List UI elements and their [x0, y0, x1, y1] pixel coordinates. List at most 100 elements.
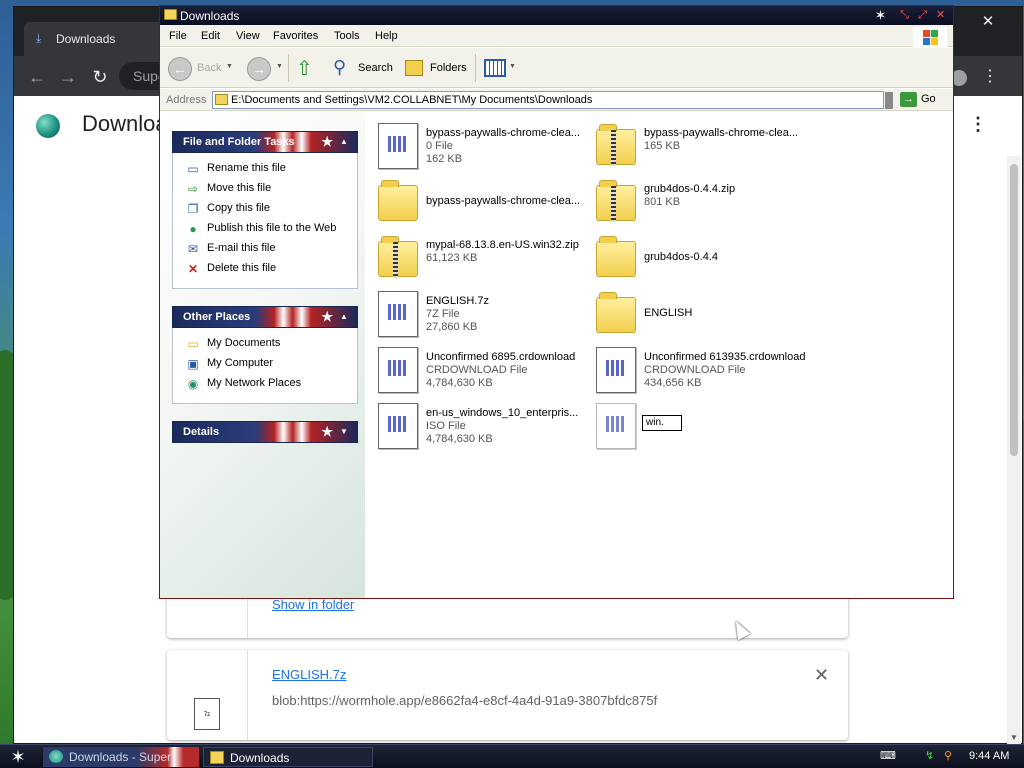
document-icon: [378, 403, 418, 449]
folder-icon: [164, 9, 177, 20]
chrome-icon: [49, 750, 63, 763]
file-item[interactable]: bypass-paywalls-chrome-clea... 165 KB: [592, 119, 807, 171]
search-tray-icon[interactable]: ⚲: [944, 749, 952, 762]
menu-favorites[interactable]: Favorites: [273, 30, 318, 42]
toolbar-divider: [475, 54, 476, 82]
document-icon: [378, 347, 418, 393]
chrome-tab-title: Downloads: [56, 32, 116, 46]
chevron-down-icon[interactable]: ▼: [226, 63, 233, 70]
search-icon[interactable]: ⚲: [333, 57, 346, 78]
folders-button[interactable]: Folders: [430, 62, 467, 74]
collapse-icon[interactable]: ▲: [337, 310, 351, 324]
place-my-documents[interactable]: ▭ My Documents: [183, 337, 280, 353]
chevron-down-icon[interactable]: ▼: [276, 63, 283, 70]
file-tasks-header[interactable]: File and Folder Tasks ★ ▲: [172, 131, 358, 153]
task-delete[interactable]: ✕ Delete this file: [183, 262, 276, 278]
remove-download-icon[interactable]: ✕: [814, 665, 829, 686]
go-button[interactable]: → Go: [900, 92, 936, 107]
maximize-icon[interactable]: ⤢: [914, 7, 931, 23]
keyboard-icon[interactable]: ⌨: [880, 749, 896, 762]
start-button[interactable]: ✶: [4, 746, 32, 768]
forward-arrow-icon[interactable]: →: [57, 66, 79, 88]
taskbar: ✶ Downloads - Super Downloads ⌨ ↯ ⚲ 9:44…: [0, 744, 1024, 768]
go-arrow-icon: →: [900, 92, 917, 107]
document-icon: [378, 123, 418, 169]
menu-view[interactable]: View: [236, 30, 260, 42]
close-icon[interactable]: ✕: [970, 10, 1006, 34]
taskbar-chrome-button[interactable]: Downloads - Super: [43, 747, 199, 767]
download-file-link[interactable]: ENGLISH.7z: [272, 667, 346, 682]
star-icon: ★: [321, 309, 333, 324]
address-input[interactable]: E:\Documents and Settings\VM2.COLLABNET\…: [212, 91, 884, 109]
up-folder-icon[interactable]: ⇧: [296, 56, 313, 81]
more-options-icon[interactable]: ⋮: [969, 114, 987, 135]
chrome-menu-icon[interactable]: ⋮: [982, 66, 998, 88]
show-in-folder-link[interactable]: Show in folder: [272, 597, 354, 612]
file-item[interactable]: Unconfirmed 613935.crdownload CRDOWNLOAD…: [592, 343, 807, 395]
forward-icon[interactable]: →: [247, 57, 271, 81]
place-my-network[interactable]: ◉ My Network Places: [183, 377, 301, 393]
task-rename[interactable]: ▭ Rename this file: [183, 162, 286, 178]
rename-icon: ▭: [187, 162, 199, 176]
star-icon: ★: [321, 424, 333, 439]
network-tray-icon[interactable]: ↯: [925, 749, 934, 762]
zip-folder-icon: [596, 180, 636, 222]
menu-tools[interactable]: Tools: [334, 30, 360, 42]
scroll-down-icon[interactable]: ▼: [1010, 733, 1018, 742]
file-item[interactable]: bypass-paywalls-chrome-clea...: [374, 175, 589, 227]
address-value: E:\Documents and Settings\VM2.COLLABNET\…: [231, 94, 593, 106]
file-item[interactable]: win.: [592, 399, 807, 451]
download-card: 7z ENGLISH.7z blob:https://wormhole.app/…: [167, 650, 848, 740]
details-header[interactable]: Details ★ ▼: [172, 421, 358, 443]
toolbar-divider: [288, 54, 289, 82]
address-dropdown[interactable]: [885, 92, 893, 109]
file-item[interactable]: grub4dos-0.4.4: [592, 231, 807, 283]
download-icon: ⤓: [36, 31, 42, 45]
folder-icon: [596, 236, 636, 277]
back-arrow-icon[interactable]: ←: [26, 66, 48, 88]
file-item[interactable]: ENGLISH: [592, 287, 807, 339]
menu-bar: File Edit View Favorites Tools Help: [160, 25, 953, 47]
other-places-header[interactable]: Other Places ★ ▲: [172, 306, 358, 328]
task-publish[interactable]: ● Publish this file to the Web: [183, 222, 336, 238]
file-item[interactable]: en-us_windows_10_enterpris... ISO File 4…: [374, 399, 589, 451]
document-icon: [596, 403, 636, 449]
place-my-computer[interactable]: ▣ My Computer: [183, 357, 273, 373]
page-scrollbar[interactable]: ▼: [1007, 156, 1021, 744]
views-icon[interactable]: [484, 59, 506, 77]
back-label[interactable]: Back: [197, 62, 221, 74]
move-icon: ⇨: [187, 182, 199, 196]
task-email[interactable]: ✉ E-mail this file: [183, 242, 276, 258]
collapse-icon[interactable]: ▲: [337, 135, 351, 149]
card-separator: [247, 650, 248, 740]
reload-icon[interactable]: ↻: [89, 66, 111, 88]
close-icon[interactable]: ✕: [932, 7, 949, 23]
file-7z-icon: 7z: [194, 698, 220, 730]
taskbar-explorer-button[interactable]: Downloads: [203, 747, 373, 767]
computer-icon: ▣: [187, 357, 199, 371]
file-item[interactable]: grub4dos-0.4.4.zip 801 KB: [592, 175, 807, 227]
file-item[interactable]: bypass-paywalls-chrome-clea... 0 File 16…: [374, 119, 589, 171]
file-item[interactable]: mypal-68.13.8.en-US.win32.zip 61,123 KB: [374, 231, 589, 283]
rename-input[interactable]: win.: [642, 415, 682, 431]
search-button[interactable]: Search: [358, 62, 393, 74]
minimize-icon[interactable]: ⤡: [896, 7, 913, 23]
file-item[interactable]: Unconfirmed 6895.crdownload CRDOWNLOAD F…: [374, 343, 589, 395]
zip-folder-icon: [378, 236, 418, 278]
scrollbar-thumb[interactable]: [1010, 164, 1018, 456]
menu-help[interactable]: Help: [375, 30, 398, 42]
menu-edit[interactable]: Edit: [201, 30, 220, 42]
folder-icon: [215, 94, 228, 105]
back-icon[interactable]: ←: [168, 57, 192, 81]
copy-icon: ❐: [187, 202, 199, 216]
page-title: Downloa: [82, 111, 168, 136]
chevron-down-icon[interactable]: ▼: [509, 63, 516, 70]
task-copy[interactable]: ❐ Copy this file: [183, 202, 270, 218]
file-item[interactable]: ENGLISH.7z 7Z File 27,860 KB: [374, 287, 589, 339]
menu-file[interactable]: File: [169, 30, 187, 42]
task-move[interactable]: ⇨ Move this file: [183, 182, 271, 198]
explorer-titlebar[interactable]: Downloads ✶ ⤡ ⤢ ✕: [160, 6, 953, 25]
expand-icon[interactable]: ▼: [337, 425, 351, 439]
chrome-tab-downloads[interactable]: ⤓ Downloads: [24, 22, 164, 56]
window-title: Downloads: [180, 9, 240, 23]
